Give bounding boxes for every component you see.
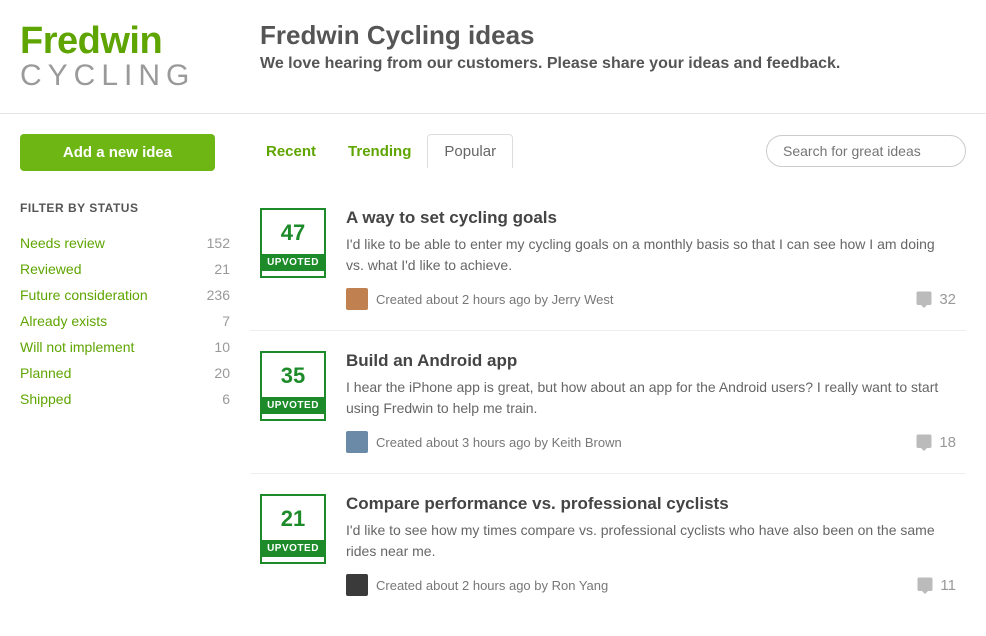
filter-count: 10 — [214, 339, 230, 355]
idea-title[interactable]: Build an Android app — [346, 351, 956, 371]
idea-meta: Created about 2 hours ago by Jerry West — [346, 288, 614, 310]
idea-meta: Created about 3 hours ago by Keith Brown — [346, 431, 622, 453]
avatar — [346, 288, 368, 310]
upvote-button[interactable]: 35 UPVOTED — [260, 351, 326, 421]
upvote-count: 35 — [262, 353, 324, 397]
filter-label: Already exists — [20, 313, 107, 329]
filter-list: Needs review 152 Reviewed 21 Future consid… — [20, 230, 230, 412]
comments-link[interactable]: 32 — [915, 290, 956, 308]
comments-link[interactable]: 11 — [916, 576, 956, 594]
filter-future-consideration[interactable]: Future consideration 236 — [20, 282, 230, 308]
upvote-label: UPVOTED — [262, 254, 324, 271]
filter-label: Shipped — [20, 391, 71, 407]
filter-count: 21 — [214, 261, 230, 277]
filter-label: Planned — [20, 365, 71, 381]
comment-icon — [915, 433, 933, 451]
idea-meta: Created about 2 hours ago by Ron Yang — [346, 574, 608, 596]
idea-body: Compare performance vs. professional cyc… — [346, 494, 956, 596]
ideas-list: 47 UPVOTED A way to set cycling goals I'… — [250, 188, 966, 616]
filter-needs-review[interactable]: Needs review 152 — [20, 230, 230, 256]
idea-body: Build an Android app I hear the iPhone a… — [346, 351, 956, 453]
filter-reviewed[interactable]: Reviewed 21 — [20, 256, 230, 282]
idea-description: I hear the iPhone app is great, but how … — [346, 377, 956, 419]
logo-line2: CYCLING — [20, 59, 260, 93]
idea-footer: Created about 3 hours ago by Keith Brown… — [346, 431, 956, 453]
logo-line1: Fredwin — [20, 20, 260, 63]
idea-footer: Created about 2 hours ago by Ron Yang 11 — [346, 574, 956, 596]
filter-label: Needs review — [20, 235, 105, 251]
filter-will-not-implement[interactable]: Will not implement 10 — [20, 334, 230, 360]
tab-trending[interactable]: Trending — [332, 135, 427, 168]
filter-count: 6 — [222, 391, 230, 407]
idea-footer: Created about 2 hours ago by Jerry West … — [346, 288, 956, 310]
filter-label: Reviewed — [20, 261, 81, 277]
idea-created-text: Created about 3 hours ago by Keith Brown — [376, 435, 622, 450]
idea-title[interactable]: A way to set cycling goals — [346, 208, 956, 228]
idea-card: 35 UPVOTED Build an Android app I hear t… — [250, 331, 966, 474]
page-subtitle: We love hearing from our customers. Plea… — [260, 55, 840, 73]
idea-card: 47 UPVOTED A way to set cycling goals I'… — [250, 188, 966, 331]
tabs: Recent Trending Popular — [250, 134, 513, 168]
comment-count: 32 — [939, 291, 956, 308]
idea-created-text: Created about 2 hours ago by Jerry West — [376, 292, 614, 307]
upvote-button[interactable]: 47 UPVOTED — [260, 208, 326, 278]
add-idea-button[interactable]: Add a new idea — [20, 134, 215, 171]
sidebar: Add a new idea FILTER BY STATUS Needs re… — [20, 134, 250, 616]
filter-label: Future consideration — [20, 287, 148, 303]
page-title: Fredwin Cycling ideas — [260, 20, 840, 51]
filter-shipped[interactable]: Shipped 6 — [20, 386, 230, 412]
filter-already-exists[interactable]: Already exists 7 — [20, 308, 230, 334]
idea-created-text: Created about 2 hours ago by Ron Yang — [376, 578, 608, 593]
upvote-label: UPVOTED — [262, 540, 324, 557]
avatar — [346, 431, 368, 453]
main-content: Recent Trending Popular 47 UPVOTED A way… — [250, 134, 966, 616]
filter-count: 152 — [207, 235, 230, 251]
filter-heading: FILTER BY STATUS — [20, 201, 250, 215]
filter-label: Will not implement — [20, 339, 134, 355]
comment-icon — [916, 576, 934, 594]
upvote-count: 47 — [262, 210, 324, 254]
comments-link[interactable]: 18 — [915, 433, 956, 451]
upvote-count: 21 — [262, 496, 324, 540]
page-header: Fredwin CYCLING Fredwin Cycling ideas We… — [0, 0, 986, 114]
topbar: Recent Trending Popular — [250, 134, 966, 168]
idea-body: A way to set cycling goals I'd like to b… — [346, 208, 956, 310]
filter-planned[interactable]: Planned 20 — [20, 360, 230, 386]
filter-count: 236 — [207, 287, 230, 303]
avatar — [346, 574, 368, 596]
idea-description: I'd like to be able to enter my cycling … — [346, 234, 956, 276]
tab-recent[interactable]: Recent — [250, 135, 332, 168]
header-text: Fredwin Cycling ideas We love hearing fr… — [260, 20, 840, 93]
filter-count: 20 — [214, 365, 230, 381]
comment-icon — [915, 290, 933, 308]
comment-count: 18 — [939, 434, 956, 451]
comment-count: 11 — [940, 577, 956, 594]
search-input[interactable] — [766, 135, 966, 167]
idea-card: 21 UPVOTED Compare performance vs. profe… — [250, 474, 966, 616]
logo: Fredwin CYCLING — [20, 20, 260, 93]
upvote-label: UPVOTED — [262, 397, 324, 414]
tab-popular[interactable]: Popular — [427, 134, 513, 168]
idea-title[interactable]: Compare performance vs. professional cyc… — [346, 494, 956, 514]
idea-description: I'd like to see how my times compare vs.… — [346, 520, 956, 562]
filter-count: 7 — [222, 313, 230, 329]
upvote-button[interactable]: 21 UPVOTED — [260, 494, 326, 564]
